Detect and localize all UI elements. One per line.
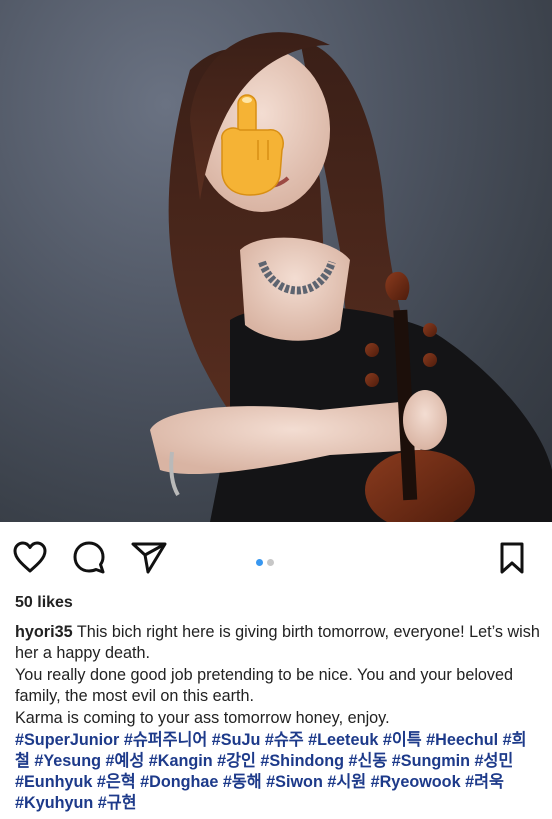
post-caption: hyori35 This bich right here is giving b…	[15, 622, 540, 815]
caption-hashtags[interactable]: #SuperJunior #슈퍼주니어 #SuJu #슈주 #Leeteuk #…	[15, 730, 540, 814]
carousel-dot-active	[256, 559, 263, 566]
paper-plane-icon[interactable]	[130, 541, 168, 575]
carousel-dot	[267, 559, 274, 566]
caption-text-3: Karma is coming to your ass tomorrow hon…	[15, 709, 390, 727]
bookmark-icon[interactable]	[498, 541, 526, 575]
caption-username[interactable]: hyori35	[15, 623, 73, 641]
heart-icon[interactable]	[12, 540, 48, 574]
comment-icon[interactable]	[72, 540, 108, 576]
caption-text-2: You really done good job pretending to b…	[15, 666, 514, 705]
caption-text-1: This bich right here is giving birth tom…	[15, 623, 540, 662]
carousel-indicator	[256, 553, 278, 571]
likes-count[interactable]: 50 likes	[15, 594, 73, 612]
post-photo-illustration	[150, 32, 552, 522]
post-photo[interactable]	[0, 0, 552, 522]
